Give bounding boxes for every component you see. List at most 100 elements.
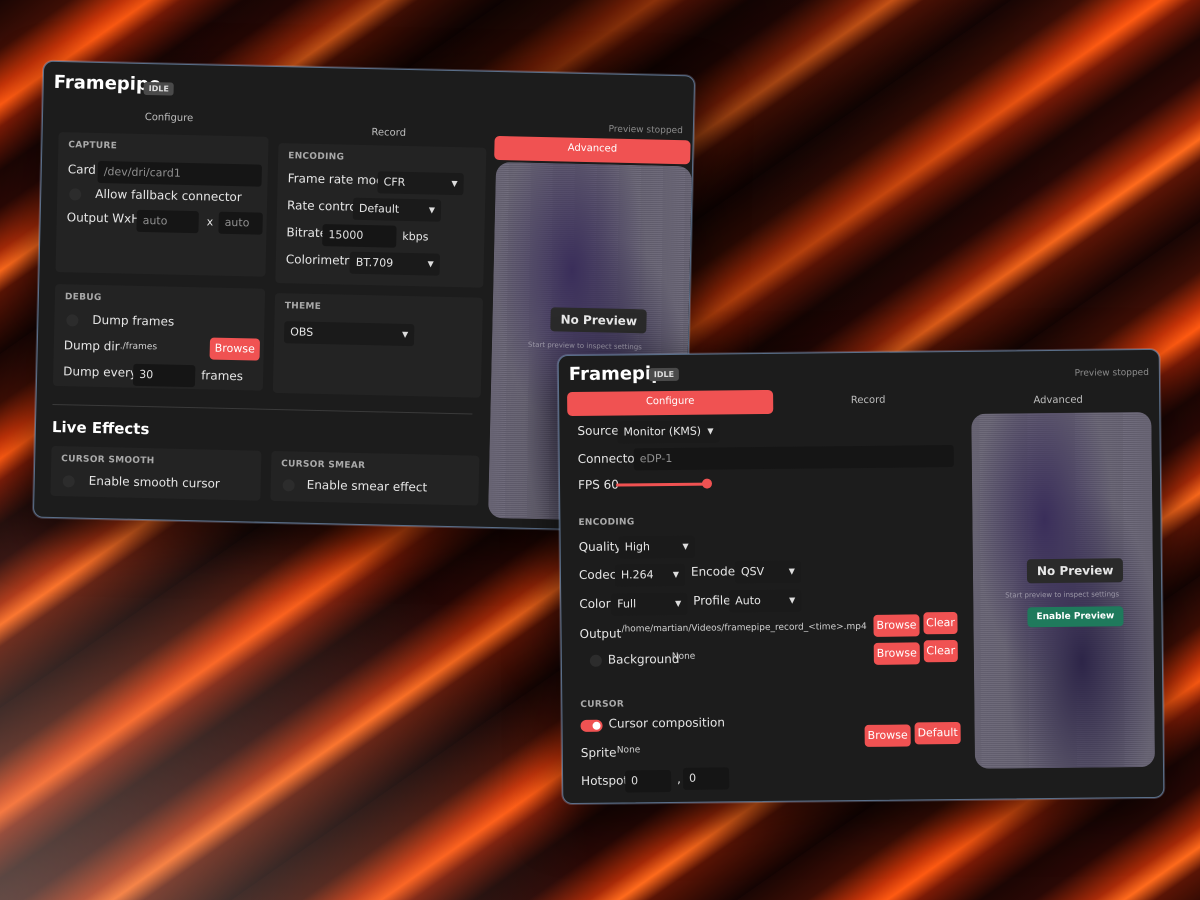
encoding-heading: ENCODING <box>578 517 635 528</box>
dump-frames-label: Dump frames <box>92 312 175 329</box>
chevron-down-icon: ▼ <box>789 595 796 605</box>
connector-input[interactable]: eDP-1 <box>633 445 954 471</box>
x-separator: x <box>206 215 214 229</box>
dump-every-input[interactable]: 30 <box>132 363 196 388</box>
fps-slider-knob[interactable] <box>701 478 713 489</box>
bitrate-input[interactable]: 15000 <box>322 224 397 248</box>
frame-rate-mode-label: Frame rate mode <box>287 171 392 188</box>
color-label: Color <box>579 596 611 611</box>
background-checkbox[interactable] <box>589 654 602 667</box>
capture-panel <box>55 132 269 277</box>
codec-value: H.264 <box>620 568 654 582</box>
color-select[interactable]: Full ▼ <box>611 592 688 616</box>
bitrate-label: Bitrate <box>286 225 328 241</box>
sprite-browse-button[interactable]: Browse <box>864 724 911 747</box>
cursor-smear-heading: CURSOR SMEAR <box>281 459 366 472</box>
enable-preview-button[interactable]: Enable Preview <box>1027 606 1124 628</box>
source-label: Source <box>577 423 619 438</box>
cursor-composition-label: Cursor composition <box>608 715 726 731</box>
theme-select[interactable]: OBS ▼ <box>283 321 415 347</box>
tab-record[interactable]: Record <box>279 125 499 141</box>
chevron-down-icon: ▼ <box>427 259 434 269</box>
profile-select[interactable]: Auto ▼ <box>729 589 802 613</box>
chevron-down-icon: ▼ <box>675 598 682 608</box>
no-preview-label: No Preview <box>550 307 648 334</box>
colorimetry-select[interactable]: BT.709 ▼ <box>349 251 440 276</box>
hotspot-label: Hotspot <box>581 773 629 788</box>
output-height-input[interactable]: auto <box>218 211 263 235</box>
quality-value: High <box>624 540 651 554</box>
output-label: Output <box>579 626 622 641</box>
colorimetry-label: Colorimetry <box>285 252 357 268</box>
card-label: Card <box>67 162 97 177</box>
background-value: None <box>671 651 696 662</box>
connector-label: Connector <box>577 451 640 466</box>
browse-button[interactable]: Browse <box>209 337 261 361</box>
tab-record[interactable]: Record <box>773 394 963 407</box>
theme-value: OBS <box>290 325 314 339</box>
background-clear-button[interactable]: Clear <box>923 639 958 663</box>
encoder-select[interactable]: QSV ▼ <box>734 560 802 584</box>
dump-every-label: Dump every <box>63 364 138 380</box>
frame-rate-mode-select[interactable]: CFR ▼ <box>377 171 464 196</box>
chevron-down-icon: ▼ <box>401 329 409 340</box>
status-badge: IDLE <box>143 81 174 96</box>
rate-control-value: Default <box>358 201 400 216</box>
sprite-label: Sprite <box>580 745 617 760</box>
source-select[interactable]: Monitor (KMS) ▼ <box>617 420 720 444</box>
chevron-down-icon: ▼ <box>428 205 436 215</box>
background-browse-button[interactable]: Browse <box>873 642 920 665</box>
sprite-value: None <box>616 745 641 756</box>
status-badge: IDLE <box>648 367 680 382</box>
encoder-value: QSV <box>740 565 765 579</box>
capture-heading: CAPTURE <box>68 140 118 152</box>
sprite-default-button[interactable]: Default <box>914 721 961 745</box>
quality-label: Quality <box>578 539 622 554</box>
dump-dir-label: Dump dir <box>63 338 120 354</box>
no-preview-label: No Preview <box>1026 558 1124 584</box>
chevron-down-icon: ▼ <box>788 566 795 576</box>
chevron-down-icon: ▼ <box>451 178 458 189</box>
output-width-input[interactable]: auto <box>136 209 199 234</box>
hotspot-separator: , <box>677 771 682 786</box>
encoder-label: Encoder <box>690 564 741 579</box>
tab-configure[interactable]: Configure <box>567 389 774 417</box>
output-label: Output WxH <box>66 210 141 226</box>
theme-heading: THEME <box>284 301 322 313</box>
debug-heading: DEBUG <box>64 292 102 304</box>
quality-select[interactable]: High ▼ <box>618 535 695 559</box>
preview-pane: No Preview Start preview to inspect sett… <box>971 411 1156 769</box>
cursor-heading: CURSOR <box>580 699 625 710</box>
dump-dir-value: ./frames <box>119 341 158 353</box>
card-input[interactable]: /dev/dri/card1 <box>97 160 262 187</box>
live-effects-heading: Live Effects <box>51 417 150 439</box>
preview-status: Preview stopped <box>608 124 683 137</box>
tab-advanced[interactable]: Advanced <box>963 394 1153 407</box>
cursor-composition-toggle[interactable] <box>580 719 603 732</box>
rate-control-select[interactable]: Default ▼ <box>352 197 442 222</box>
codec-label: Codec <box>578 567 617 582</box>
rate-control-label: Rate control <box>286 198 361 214</box>
profile-value: Auto <box>735 594 761 608</box>
bitrate-unit: kbps <box>402 229 429 244</box>
smooth-cursor-label: Enable smooth cursor <box>88 473 220 491</box>
profile-label: Profile <box>693 593 731 608</box>
cursor-smooth-heading: CURSOR SMOOTH <box>61 454 155 467</box>
framepipe-window-front: Framepipe IDLE Preview stopped Configure… <box>557 348 1165 805</box>
tab-advanced[interactable]: Advanced <box>494 135 691 165</box>
output-path: /home/martian/Videos/framepipe_record_<t… <box>621 621 867 635</box>
smear-label: Enable smear effect <box>306 477 428 495</box>
codec-select[interactable]: H.264 ▼ <box>614 563 686 587</box>
encoding-heading: ENCODING <box>288 151 345 163</box>
preview-hint: Start preview to inspect settings <box>1005 590 1120 600</box>
preview-hint: Start preview to inspect settings <box>527 340 642 352</box>
tab-configure[interactable]: Configure <box>59 110 279 126</box>
hotspot-y-input[interactable]: 0 <box>682 767 730 790</box>
preview-status: Preview stopped <box>1074 367 1149 379</box>
output-browse-button[interactable]: Browse <box>873 614 920 637</box>
colorimetry-value: BT.709 <box>355 255 394 270</box>
output-clear-button[interactable]: Clear <box>923 611 958 635</box>
fps-slider[interactable] <box>616 482 709 487</box>
hotspot-x-input[interactable]: 0 <box>625 770 672 793</box>
chevron-down-icon: ▼ <box>672 569 680 579</box>
